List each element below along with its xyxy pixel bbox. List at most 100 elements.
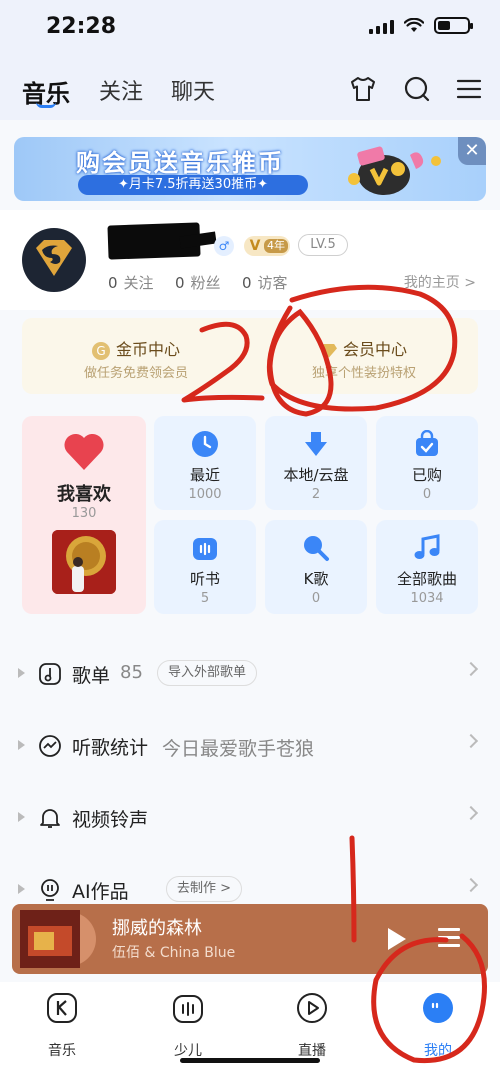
row-playlists-count: 85 <box>120 662 143 683</box>
stat-following[interactable]: 0 关注 <box>108 272 154 293</box>
tile-karaoke[interactable]: K歌 0 <box>265 520 367 614</box>
coin-center[interactable]: G 金币中心 做任务免费领会员 <box>22 318 250 394</box>
tile-recent-count: 1000 <box>188 487 222 502</box>
download-icon <box>305 432 327 456</box>
go-create-button[interactable]: 去制作 > <box>166 876 243 902</box>
row-listen-stats[interactable]: 听歌统计 今日最爱歌手苍狼 <box>0 716 500 776</box>
favorites-count: 130 <box>71 506 97 521</box>
chart-icon <box>39 735 61 757</box>
tab-mine[interactable]: 我的 <box>398 992 478 1062</box>
tile-local-cloud[interactable]: 本地/云盘 2 <box>265 416 367 510</box>
avatar[interactable] <box>22 228 86 292</box>
tile-audiobook[interactable]: 听书 5 <box>154 520 256 614</box>
active-tab-indicator <box>36 102 56 108</box>
wifi-icon <box>404 17 424 32</box>
tile-purchased-count: 0 <box>422 487 432 502</box>
row-playlists[interactable]: 歌单 85 导入外部歌单 <box>0 644 500 704</box>
profile-icon <box>423 993 453 1023</box>
expand-triangle-icon[interactable] <box>18 812 25 822</box>
menu-icon[interactable] <box>454 74 484 104</box>
k-icon <box>47 993 77 1023</box>
battery-icon <box>434 17 473 34</box>
banner-title: 购会员送音乐推币 <box>76 149 284 177</box>
tab-kids-label: 少儿 <box>174 1043 202 1059</box>
tab-kids[interactable]: 少儿 <box>148 992 228 1062</box>
ai-icon <box>41 879 59 901</box>
my-homepage-link[interactable]: 我的主页 > <box>404 272 476 292</box>
centers-panel: G 金币中心 做任务免费领会员 会员中心 独享个性装扮特权 <box>22 318 478 394</box>
song-artist: 伍佰 & China Blue <box>112 945 236 961</box>
row-video-ringtone[interactable]: 视频铃声 <box>0 788 500 848</box>
expand-triangle-icon[interactable] <box>18 668 25 678</box>
tile-all-songs[interactable]: 全部歌曲 1034 <box>376 520 478 614</box>
mascot-illustration <box>348 146 441 195</box>
tshirt-icon[interactable] <box>348 74 378 104</box>
playlist-queue-icon[interactable] <box>438 928 460 948</box>
tab-follow[interactable]: 关注 <box>99 74 143 106</box>
row-playlists-label: 歌单 <box>72 665 111 687</box>
playlist-icon <box>39 663 61 685</box>
chevron-right-icon <box>463 877 479 893</box>
banner-close-button[interactable]: ✕ <box>458 137 486 165</box>
male-icon: ♂ <box>214 236 234 256</box>
banner-subtitle: ✦月卡7.5折再送30推币✦ <box>78 175 308 195</box>
tile-recent[interactable]: 最近 1000 <box>154 416 256 510</box>
home-indicator <box>180 1058 320 1063</box>
row-listen-stats-detail: 今日最爱歌手苍狼 <box>162 738 315 760</box>
tile-all-songs-count: 1034 <box>410 591 444 606</box>
favorites-title: 我喜欢 <box>57 484 111 505</box>
tile-purchased[interactable]: 已购 0 <box>376 416 478 510</box>
live-icon <box>297 993 327 1023</box>
vip-promo-banner[interactable]: 购会员送音乐推币 ✦月卡7.5折再送30推币✦ ✕ <box>14 137 486 201</box>
bottom-tab-bar: 音乐 少儿 直播 我的 <box>0 982 500 1068</box>
favorites-card[interactable]: 我喜欢 130 <box>22 416 146 614</box>
diamond-icon <box>320 343 337 358</box>
tab-chat[interactable]: 聊天 <box>171 74 215 106</box>
mini-player[interactable]: 挪威的森林 伍佰 & China Blue <box>12 904 488 974</box>
tile-recent-label: 最近 <box>189 466 220 484</box>
superman-logo-icon <box>36 240 72 276</box>
coin-center-title: 金币中心 <box>115 340 180 359</box>
vip-center-subtitle: 独享个性装扮特权 <box>311 366 416 381</box>
profile-section: ♂ V 4年 LV.5 0 关注 0 粉丝 0 访客 我的主页 > <box>0 210 500 310</box>
album-art <box>20 910 80 968</box>
status-bar: 22:28 <box>0 0 500 58</box>
vip-v-icon: V <box>249 238 261 254</box>
song-title: 挪威的森林 <box>112 918 202 939</box>
tile-local-cloud-label: 本地/云盘 <box>283 466 349 484</box>
tab-music-label: 音乐 <box>48 1043 76 1059</box>
coin-icon: G <box>91 341 110 360</box>
clock-icon <box>192 431 218 457</box>
row-ai-works-label: AI作品 <box>72 881 129 903</box>
play-icon[interactable] <box>388 928 406 950</box>
row-listen-stats-label: 听歌统计 <box>72 737 149 759</box>
tile-karaoke-count: 0 <box>311 591 321 606</box>
level-badge[interactable]: LV.5 <box>298 234 348 256</box>
vip-center[interactable]: 会员中心 独享个性装扮特权 <box>250 318 478 394</box>
status-time: 22:28 <box>46 14 117 39</box>
stat-fans[interactable]: 0 粉丝 <box>175 272 221 293</box>
bell-icon <box>40 809 60 828</box>
tab-live[interactable]: 直播 <box>272 992 352 1062</box>
signal-icon <box>369 18 394 34</box>
expand-triangle-icon[interactable] <box>18 884 25 894</box>
search-icon[interactable] <box>402 74 432 104</box>
tile-karaoke-label: K歌 <box>303 570 329 588</box>
vip-center-title: 会员中心 <box>342 340 407 359</box>
coin-center-subtitle: 做任务免费领会员 <box>83 366 188 381</box>
vip-years: 4年 <box>264 239 288 253</box>
heart-icon <box>64 433 104 470</box>
tab-music-bottom[interactable]: 音乐 <box>22 992 102 1062</box>
music-note-icon <box>414 534 440 559</box>
chevron-right-icon <box>463 805 479 821</box>
tab-live-label: 直播 <box>298 1043 326 1059</box>
import-playlist-button[interactable]: 导入外部歌单 <box>157 660 258 686</box>
radio-icon <box>193 538 217 560</box>
expand-triangle-icon[interactable] <box>18 740 25 750</box>
stat-visitors[interactable]: 0 访客 <box>242 272 288 293</box>
tile-audiobook-label: 听书 <box>189 570 220 588</box>
vip-badge[interactable]: V 4年 <box>244 236 290 256</box>
tile-purchased-label: 已购 <box>411 466 442 484</box>
row-video-ringtone-label: 视频铃声 <box>72 809 149 831</box>
status-icons <box>369 17 473 34</box>
